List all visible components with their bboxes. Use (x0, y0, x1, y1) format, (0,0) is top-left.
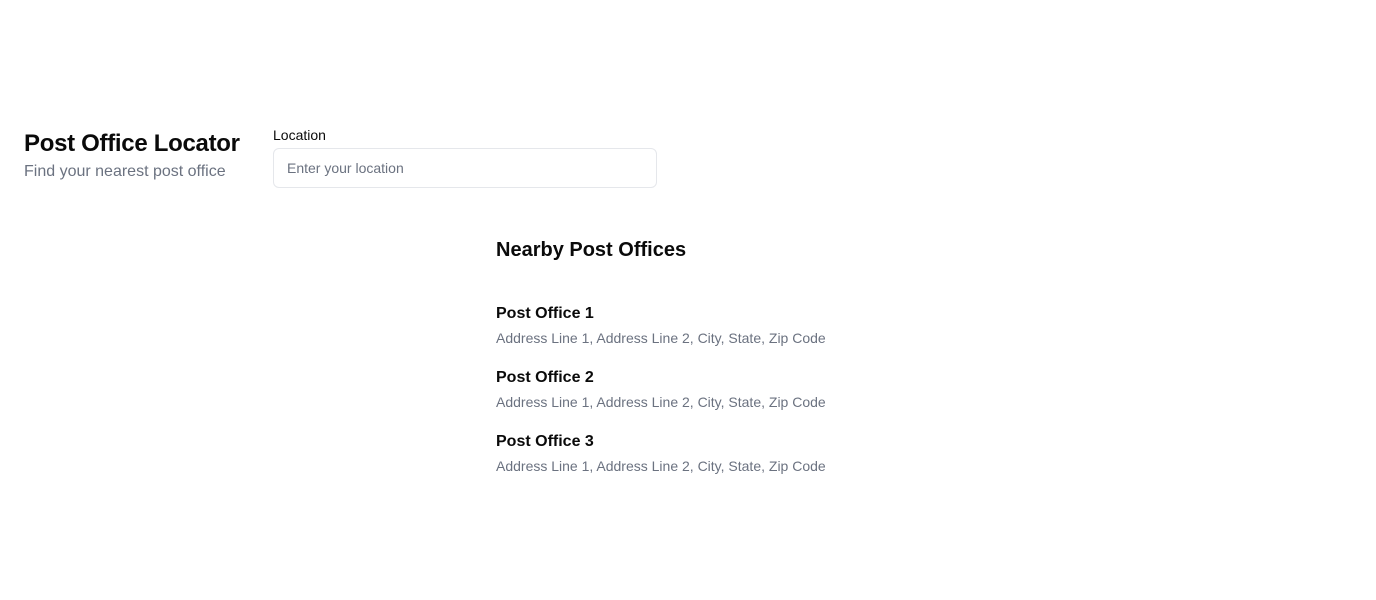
location-field: Location (273, 126, 657, 188)
post-office-address: Address Line 1, Address Line 2, City, St… (496, 394, 826, 410)
header: Post Office Locator Find your nearest po… (24, 128, 264, 184)
page: Post Office Locator Find your nearest po… (0, 0, 1376, 600)
page-subtitle: Find your nearest post office (24, 163, 226, 180)
results-section: Nearby Post Offices Post Office 1 Addres… (496, 236, 916, 494)
post-office-address: Address Line 1, Address Line 2, City, St… (496, 458, 826, 474)
list-item: Post Office 1 Address Line 1, Address Li… (496, 302, 916, 350)
location-input[interactable] (273, 148, 657, 188)
location-label: Location (273, 127, 326, 143)
page-title: Post Office Locator (24, 130, 240, 157)
post-office-address: Address Line 1, Address Line 2, City, St… (496, 330, 826, 346)
post-office-name: Post Office 1 (496, 305, 594, 322)
post-office-name: Post Office 2 (496, 369, 594, 386)
post-office-name: Post Office 3 (496, 433, 594, 450)
list-item: Post Office 2 Address Line 1, Address Li… (496, 366, 916, 414)
results-title: Nearby Post Offices (496, 239, 687, 261)
list-item: Post Office 3 Address Line 1, Address Li… (496, 430, 916, 478)
